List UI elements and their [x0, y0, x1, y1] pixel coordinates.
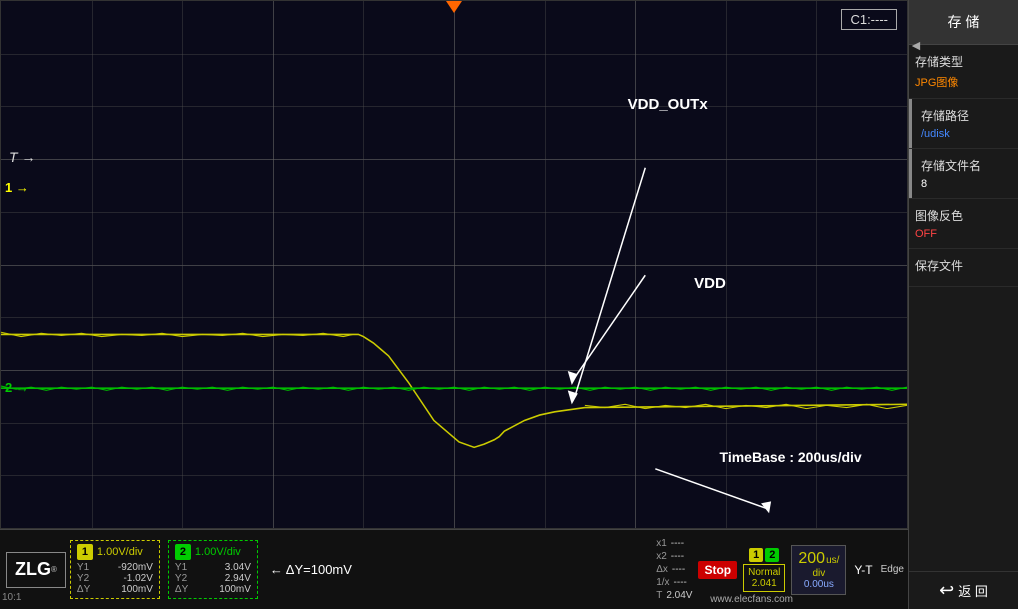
ch1-y2-val: -1.02V [123, 573, 152, 584]
storage-filename-title: 存储文件名 [921, 157, 1012, 174]
dx-label: Δx [656, 564, 668, 575]
image-invert-value: OFF [915, 228, 1012, 240]
back-label: 返 回 [958, 581, 988, 600]
oscilloscope-main: T → 1 → 2 → C1:---- [0, 0, 908, 609]
x1-val: ---- [671, 538, 684, 549]
ch1-scale: 1.00V/div [97, 546, 143, 558]
panel-spacer [909, 287, 1018, 571]
ch2-y1-label: Y1 [175, 562, 187, 573]
zlg-logo: ZLG ® [6, 552, 66, 588]
ch2-y2-val: 2.94V [225, 573, 251, 584]
website-watermark: www.elecfans.com [710, 594, 793, 605]
back-icon: ↩ [939, 580, 954, 601]
t-meas-label: T [656, 590, 662, 601]
storage-path-value: /udisk [921, 128, 1012, 140]
ratio-label: 10:1 [2, 592, 21, 603]
t-meas-val: 2.04V [666, 590, 692, 601]
ch1-dy-val: 100mV [121, 584, 153, 595]
ch2-dy-val: 100mV [219, 584, 251, 595]
status-bar: ZLG ® 1 1.00V/div Y1 -920mV Y2 -1.02V ΔY… [0, 529, 908, 609]
delta-y-display: ← ΔY=100mV [270, 562, 352, 577]
dx-val: ---- [672, 564, 685, 575]
x2-val: ---- [671, 551, 684, 562]
ch1-y1-label: Y1 [77, 562, 89, 573]
x2-label: x2 [656, 551, 667, 562]
ch2-measurement-box: 2 1.00V/div Y1 3.04V Y2 2.94V ΔY 100mV [168, 540, 258, 599]
x1-label: x1 [656, 538, 667, 549]
normal-display: Normal 2.041 [743, 564, 785, 592]
ch2-y1-val: 3.04V [225, 562, 251, 573]
storage-path-item[interactable]: 存储路径 /udisk [909, 99, 1018, 149]
right-panel: 存 储 ◄ 存储类型 JPG图像 存储路径 /udisk 存储文件名 8 图像反… [908, 0, 1018, 609]
vdd-outx-label: VDD_OUTx [628, 96, 708, 113]
ch1-badge: 1 [77, 544, 93, 560]
time-section: 200 us/ div 0.00us [791, 545, 846, 595]
storage-type-title: 存储类型 [915, 53, 1012, 70]
ch1-indicator: 1 [749, 548, 763, 562]
ch1-dy-label: ΔY [77, 584, 90, 595]
vdd-label: VDD [694, 275, 726, 292]
meas-column-1: x1 ---- x2 ---- Δx ---- 1/x ---- T 2.0 [656, 538, 692, 601]
channel-normal-display: 1 2 Normal 2.041 [743, 548, 785, 592]
ch2-dy-label: ΔY [175, 584, 188, 595]
ch2-y2-label: Y2 [175, 573, 187, 584]
yt-label: Y-T [852, 561, 874, 579]
save-file-label: 保存文件 [915, 257, 1012, 274]
oscilloscope-screen: T → 1 → 2 → C1:---- [0, 0, 908, 529]
storage-type-item[interactable]: 存储类型 JPG图像 [909, 45, 1018, 99]
image-invert-title: 图像反色 [915, 207, 1012, 224]
edge-label: Edge [881, 564, 904, 575]
ch1-y1-val: -920mV [118, 562, 153, 573]
onex-val: ---- [674, 577, 687, 588]
storage-filename-item[interactable]: 存储文件名 8 [909, 149, 1018, 199]
ch1-measurement-box: 1 1.00V/div Y1 -920mV Y2 -1.02V ΔY 100mV [70, 540, 160, 599]
image-invert-item[interactable]: 图像反色 OFF [909, 199, 1018, 249]
timebase-label: TimeBase : 200us/div [720, 449, 862, 465]
stop-badge: Stop [698, 561, 737, 579]
storage-path-title: 存储路径 [921, 107, 1012, 124]
time-display: 200 us/ div 0.00us [791, 545, 846, 595]
back-button[interactable]: ↩ 返 回 [909, 571, 1018, 609]
measurement-section: x1 ---- x2 ---- Δx ---- 1/x ---- T 2.0 [656, 538, 904, 601]
ch2-badge: 2 [175, 544, 191, 560]
ch2-scale: 1.00V/div [195, 546, 241, 558]
ch2-indicator: 2 [765, 548, 779, 562]
save-file-item[interactable]: 保存文件 [909, 249, 1018, 287]
ch1-y2-label: Y2 [77, 573, 89, 584]
onex-label: 1/x [656, 577, 669, 588]
storage-filename-value: 8 [921, 178, 1012, 190]
save-top-button[interactable]: 存 储 [909, 0, 1018, 45]
storage-type-value: JPG图像 [915, 74, 1012, 90]
